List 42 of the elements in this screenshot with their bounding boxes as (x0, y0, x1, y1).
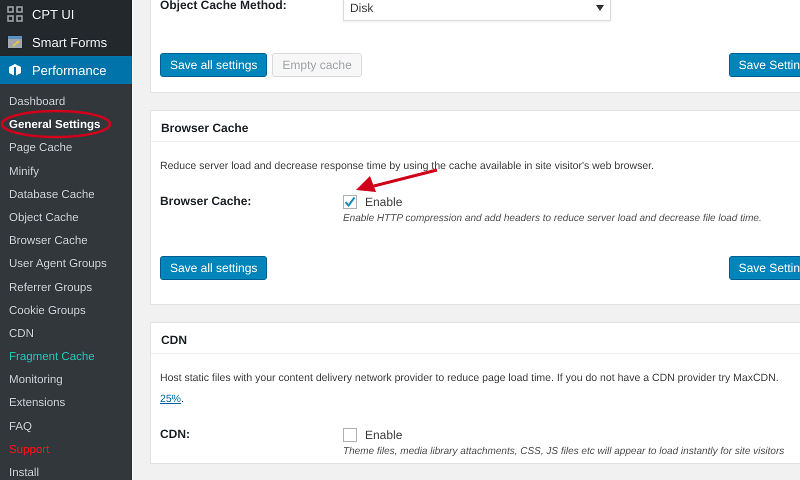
submenu-item[interactable]: Page Cache (0, 137, 132, 161)
submenu-item[interactable]: FAQ (0, 416, 132, 439)
submenu-item[interactable]: Minify (0, 160, 132, 184)
select-field[interactable]: Disk (343, 0, 611, 21)
checkbox-label: Enable (365, 195, 402, 209)
caret-icon (596, 5, 604, 11)
save-settings-button[interactable]: Save Settin (728, 256, 800, 280)
checkbox[interactable] (343, 428, 357, 442)
save-settings-button[interactable]: Save Settin (728, 53, 800, 77)
submenu-item[interactable]: Monitoring (0, 369, 132, 392)
menu-item[interactable]: Performance (0, 56, 132, 84)
menu-item[interactable]: CPT UI (0, 0, 132, 28)
submenu-item[interactable]: CDN (0, 322, 132, 346)
submenu-item[interactable]: Extensions (0, 392, 132, 416)
submenu-item[interactable]: Browser Cache (0, 230, 132, 254)
submenu-item[interactable]: General Settings (0, 114, 132, 138)
submenu-item[interactable]: Cookie Groups (0, 300, 132, 323)
menu-item[interactable]: Smart Forms (0, 28, 132, 56)
submenu-item[interactable]: Fragment Cache (0, 346, 132, 370)
checkbox[interactable] (343, 195, 357, 209)
help-text: Enable HTTP compression and add headers to reduce server load and decrease file load time. (343, 213, 762, 224)
field-label: CDN: (160, 426, 191, 443)
description-text: Host static files with your content delivery network provider to reduce page load time. If you do not have a CDN provider try MaxCDN. 25%. (160, 371, 779, 407)
panel-title: Browser Cache (161, 121, 248, 135)
submenu-item[interactable]: Referrer Groups (0, 276, 132, 300)
panel-title: CDN (161, 333, 187, 347)
submenu-item[interactable]: Database Cache (0, 184, 132, 207)
submenu-item[interactable]: Install (0, 462, 132, 480)
submenu-item[interactable]: Dashboard (0, 91, 132, 114)
save-button[interactable]: Save all settings (160, 53, 268, 77)
discount-link[interactable]: 25% (160, 393, 182, 405)
field-label: Browser Cache: (160, 193, 252, 210)
grid-icon (7, 6, 23, 22)
submenu-item[interactable]: Object Cache (0, 206, 132, 230)
save-button[interactable]: Save all settings (160, 256, 268, 280)
checkbox-label: Enable (365, 428, 402, 442)
description-text: Reduce server load and decrease response time by using the cache available in site visitor's web browser. (160, 159, 654, 174)
form-icon (7, 34, 23, 50)
field-label: Object Cache Method: (160, 0, 288, 14)
help-text: Theme files, media library attachments, CSS, JS files etc will appear to load instantly for site visitors (343, 446, 784, 457)
cube-icon (7, 62, 23, 78)
submenu-item[interactable]: User Agent Groups (0, 253, 132, 276)
